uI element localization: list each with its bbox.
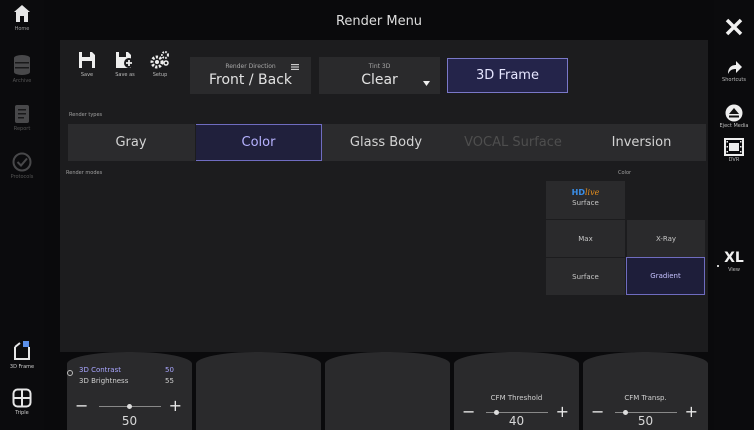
minus-button[interactable]: − (75, 398, 88, 414)
gradient-button[interactable]: Gradient (626, 257, 705, 295)
dvr-label: DVR (728, 157, 740, 163)
knob-value: 40 (508, 414, 525, 428)
hdlive-surface-button[interactable]: HDlive Surface (546, 181, 625, 220)
quad-view-icon (12, 388, 32, 408)
home-label: Home (14, 26, 30, 32)
save-as-icon (116, 52, 134, 68)
render-direction-dropdown[interactable]: Render Direction Front / Back (190, 57, 311, 94)
brightness-label: 3D Brightness (79, 377, 129, 385)
live-text: live (584, 188, 600, 197)
render-direction-value: Front / Back (208, 72, 292, 88)
film-icon (724, 138, 744, 156)
check-circle-icon (12, 152, 32, 172)
knob-empty-3 (325, 352, 450, 430)
report-label: Report (13, 126, 31, 132)
save-label: Save (80, 72, 94, 78)
right-sidebar: Shortcuts Eject Media DVR XL View (714, 0, 754, 430)
close-button[interactable] (714, 18, 754, 36)
menu-icon (291, 64, 299, 70)
plus-button[interactable]: + (169, 398, 182, 414)
hd-text: HD (571, 188, 585, 197)
xl-label: XL (724, 250, 744, 266)
save-button[interactable]: Save (73, 51, 101, 78)
archive-icon (14, 55, 30, 75)
render-type-gray[interactable]: Gray (68, 124, 194, 161)
arrow-forward-icon (728, 61, 742, 74)
slider-track (486, 410, 548, 415)
render-type-vocal-surface: VOCAL Surface (464, 135, 562, 150)
archive-label: Archive (12, 78, 32, 84)
render-types-bar: Gray Color Glass Body VOCAL Surface Inve… (68, 124, 706, 161)
eject-media-button[interactable]: Eject Media (714, 104, 754, 129)
knob-contrast-brightness[interactable]: 3D Contrast 50 3D Brightness 55 − + 50 (67, 352, 192, 430)
brightness-value: 55 (165, 377, 174, 385)
xl-view-label: View (728, 267, 740, 273)
cube-frame-icon (14, 341, 30, 360)
gears-icon (150, 51, 169, 69)
cfm-threshold-label: CFM Threshold (490, 394, 543, 402)
setup-button[interactable]: Setup (148, 51, 172, 78)
left-sidebar: Home Archive Report Protocols 3D Frame T… (0, 0, 44, 430)
triple-label: Triple (15, 410, 29, 416)
3d-frame-button[interactable]: 3D Frame (447, 58, 568, 93)
home-button[interactable]: Home (0, 4, 44, 32)
hdlive-surface-label: Surface (572, 199, 599, 207)
setup-label: Setup (152, 72, 168, 78)
knob-cfm-threshold[interactable]: CFM Threshold − + 40 (454, 352, 579, 430)
triple-button[interactable]: Triple (0, 388, 44, 416)
shortcuts-label: Shortcuts (722, 77, 746, 83)
report-button[interactable]: Report (0, 104, 44, 132)
divider (195, 124, 196, 161)
slider-thumb[interactable] (127, 404, 132, 409)
knob-empty-2 (196, 352, 321, 430)
close-icon (725, 18, 743, 36)
save-as-label: Save as (115, 72, 135, 78)
archive-button[interactable]: Archive (0, 54, 44, 84)
color-section-label: Color (618, 170, 632, 176)
save-as-button[interactable]: Save as (111, 51, 139, 78)
knob-value: 50 (637, 414, 654, 428)
render-type-color[interactable]: Color (195, 124, 322, 161)
xl-view-button[interactable]: XL View (714, 250, 754, 273)
eject-icon (725, 104, 743, 122)
contrast-label: 3D Contrast (79, 366, 121, 374)
slider-track (99, 404, 161, 409)
knob-value: 50 (121, 414, 138, 428)
xl-indicator-dot (717, 265, 719, 267)
chevron-down-icon (423, 81, 430, 86)
tint-3d-dropdown[interactable]: Tint 3D Clear (319, 57, 440, 94)
max-button[interactable]: Max (546, 219, 625, 257)
dvr-button[interactable]: DVR (714, 138, 754, 163)
surface-button[interactable]: Surface (546, 257, 625, 295)
cfm-transp-label: CFM Transp. (624, 394, 667, 402)
home-icon (14, 5, 30, 22)
xray-button[interactable]: X-Ray (626, 219, 705, 257)
contrast-value: 50 (165, 366, 174, 374)
report-icon (15, 105, 29, 123)
toggle-indicator-icon (67, 370, 73, 376)
render-type-glass-body[interactable]: Glass Body (323, 124, 449, 161)
page-title: Render Menu (335, 14, 423, 29)
slider-track (615, 410, 677, 415)
protocols-label: Protocols (10, 174, 34, 180)
render-types-label: Render types (69, 112, 103, 118)
save-icon (79, 52, 95, 68)
render-type-inversion[interactable]: Inversion (577, 124, 706, 161)
shortcuts-button[interactable]: Shortcuts (714, 58, 754, 83)
hdlive-logo: HDlive (546, 188, 625, 197)
tint-3d-value: Clear (361, 72, 398, 88)
protocols-button[interactable]: Protocols (0, 152, 44, 180)
frame3d-side-button[interactable]: 3D Frame (0, 340, 44, 370)
eject-label: Eject Media (719, 123, 749, 129)
render-modes-label: Render modes (66, 170, 103, 176)
knob-cfm-transparency[interactable]: CFM Transp. − + 50 (583, 352, 708, 430)
tint-3d-label: Tint 3D (368, 63, 391, 70)
frame3d-side-label: 3D Frame (9, 364, 35, 370)
